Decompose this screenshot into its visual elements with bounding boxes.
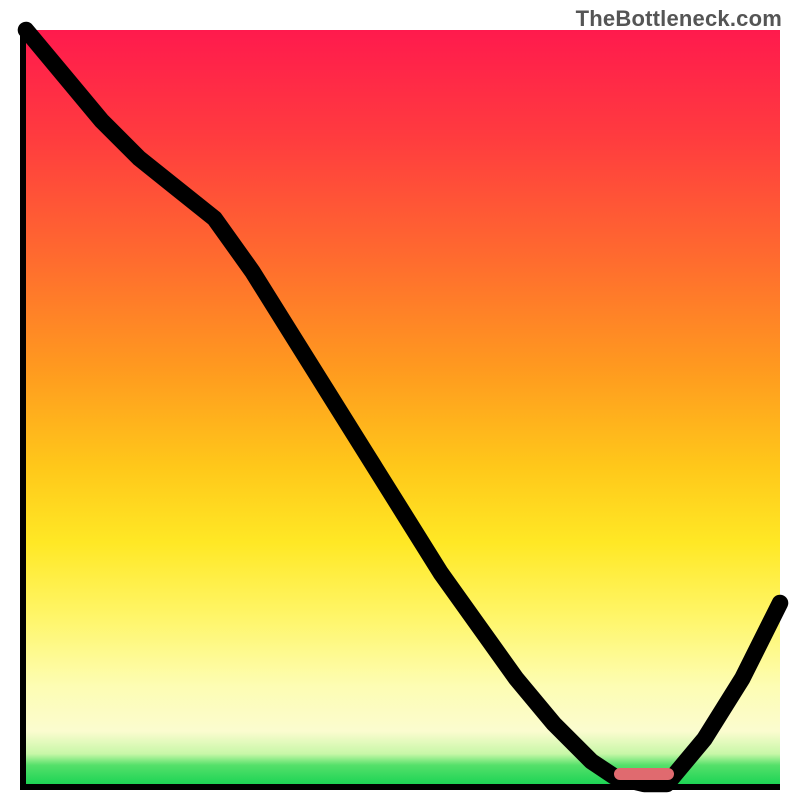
- bottleneck-curve-path: [26, 30, 780, 784]
- chart-root: TheBottleneck.com: [0, 0, 800, 800]
- optimal-range-marker: [614, 768, 674, 780]
- curve-layer: [26, 30, 780, 784]
- watermark-text: TheBottleneck.com: [576, 6, 782, 32]
- plot-frame: [20, 30, 780, 790]
